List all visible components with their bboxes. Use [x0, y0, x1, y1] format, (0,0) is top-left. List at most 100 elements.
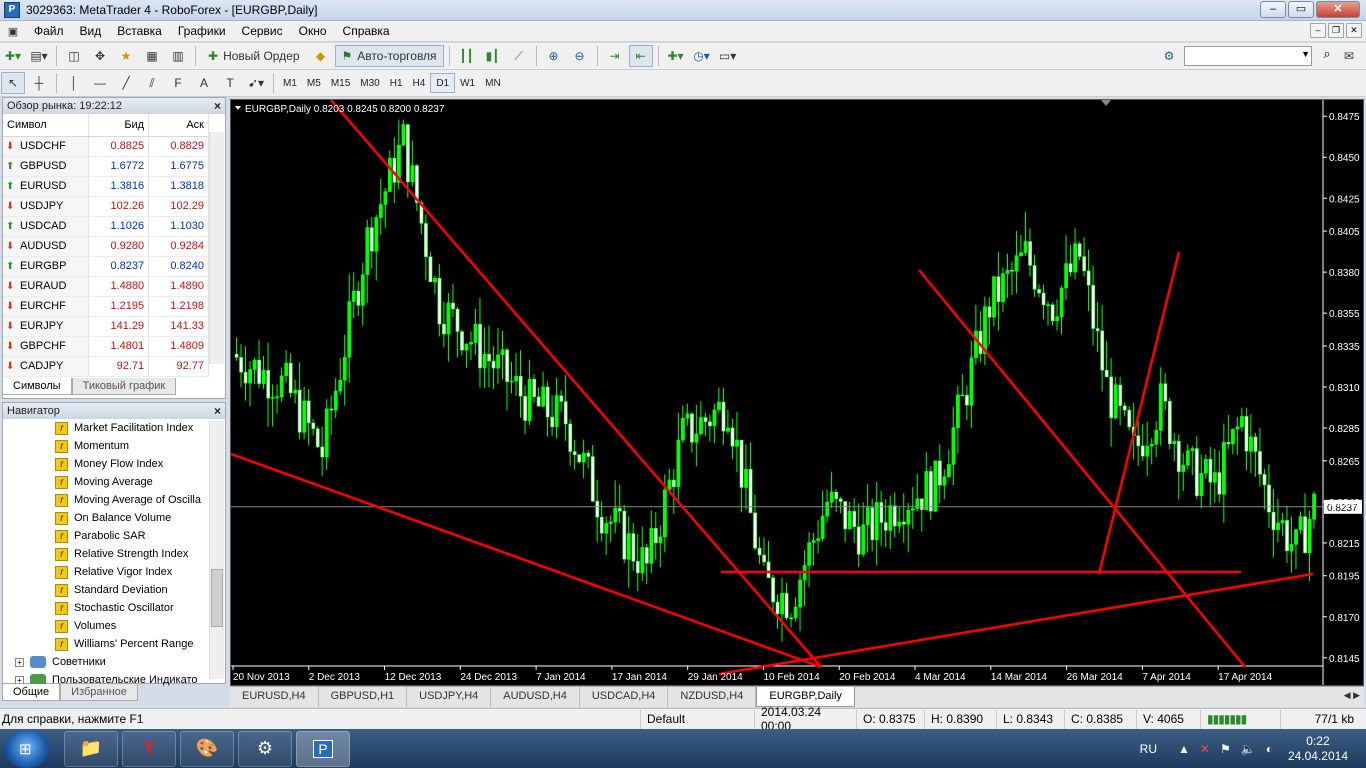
start-button[interactable]: ⊞: [4, 729, 50, 768]
tab-favorites[interactable]: Избранное: [60, 684, 138, 701]
table-row[interactable]: ⬇ EURJPY 141.29 141.33: [3, 316, 209, 337]
symbol-cell[interactable]: ⬇ GBPCHF: [3, 336, 90, 357]
col-symbol[interactable]: Символ: [3, 114, 90, 137]
new-chart-icon[interactable]: ✚▾: [1, 45, 25, 67]
horizontal-line-icon[interactable]: —: [88, 72, 112, 94]
table-row[interactable]: ⬇ GBPCHF 1.4801 1.4809: [3, 336, 209, 357]
symbol-cell[interactable]: ⬇ USDCHF: [3, 136, 90, 157]
table-row[interactable]: ⬆ GBPUSD 1.6772 1.6775: [3, 156, 209, 177]
chart-tab[interactable]: EURGBP,Daily: [756, 687, 855, 707]
text-icon[interactable]: A: [192, 72, 216, 94]
chart-tab[interactable]: NZDUSD,H4: [668, 687, 757, 707]
line-chart-icon[interactable]: ⟋: [507, 45, 531, 67]
close-button[interactable]: ✕: [1316, 1, 1360, 18]
maximize-button[interactable]: ▭: [1288, 1, 1314, 18]
timeframe-m5[interactable]: M5: [302, 73, 326, 93]
zoom-out-icon[interactable]: ⊖: [568, 45, 592, 67]
autotrading-button[interactable]: ⚑ Авто-торговля: [334, 45, 444, 67]
templates-icon[interactable]: ▭▾: [716, 45, 740, 67]
search-icon[interactable]: ⌕: [1316, 46, 1338, 66]
mdi-restore-button[interactable]: ❐: [1328, 23, 1344, 38]
navigator-folder-item[interactable]: + Советники: [3, 653, 225, 671]
chart-shift-icon[interactable]: ⇤: [628, 45, 653, 67]
symbol-cell[interactable]: ⬇ AUDUSD: [3, 236, 90, 257]
mdi-close-button[interactable]: ✕: [1346, 23, 1362, 38]
minimize-button[interactable]: –: [1260, 1, 1286, 18]
zoom-in-icon[interactable]: ⊕: [542, 45, 566, 67]
table-row[interactable]: ⬇ USDCHF 0.8825 0.8829: [3, 136, 209, 157]
navigator-indicator-item[interactable]: f Relative Strength Index: [3, 545, 225, 563]
navigator-indicator-item[interactable]: f Relative Vigor Index: [3, 563, 225, 581]
search-input[interactable]: [1184, 46, 1312, 66]
trendline[interactable]: [231, 452, 822, 669]
chart-canvas[interactable]: 0.82370.84750.84500.84250.84050.83800.83…: [231, 100, 1363, 685]
language-indicator[interactable]: RU: [1140, 742, 1157, 756]
metaeditor-icon[interactable]: ◆: [309, 45, 333, 67]
periods-icon[interactable]: ◷▾: [690, 45, 714, 67]
auto-scroll-icon[interactable]: ⇥: [603, 45, 627, 67]
steam-icon[interactable]: ⚙: [238, 730, 292, 767]
table-row[interactable]: ⬇ EURAUD 1.4880 1.4890: [3, 276, 209, 297]
profiles-icon[interactable]: ▤▾: [27, 45, 51, 67]
data-window-icon[interactable]: ✥: [88, 45, 112, 67]
tab-common[interactable]: Общие: [2, 684, 61, 701]
timeframe-m1[interactable]: M1: [278, 73, 302, 93]
col-bid[interactable]: Бид: [88, 114, 150, 137]
price-chart[interactable]: 0.8237 0.8475 0.8450 0.8425 0.8405 0.8380 0.83…: [230, 99, 1364, 686]
navigator-indicator-item[interactable]: f Standard Deviation: [3, 581, 225, 599]
navigator-icon[interactable]: ★: [114, 45, 138, 67]
explorer-icon[interactable]: 📁: [64, 730, 118, 767]
paint-icon[interactable]: 🎨: [180, 730, 234, 767]
yandex-browser-icon[interactable]: Y: [122, 730, 176, 767]
vertical-line-icon[interactable]: │: [62, 72, 86, 94]
indicators-icon[interactable]: ✚▾: [664, 45, 688, 67]
market-watch-close-icon[interactable]: ×: [214, 98, 221, 114]
metatrader-taskbar-icon[interactable]: P: [296, 730, 350, 767]
navigator-close-icon[interactable]: ×: [214, 403, 221, 419]
channel-icon[interactable]: ⫽: [140, 72, 164, 94]
navigator-scrollbar[interactable]: [209, 421, 224, 679]
timeframe-m30[interactable]: M30: [355, 73, 384, 93]
tab-tick-chart[interactable]: Тиковый график: [71, 378, 177, 395]
table-row[interactable]: ⬆ EURGBP 0.8237 0.8240: [3, 256, 209, 277]
tab-scroll-arrows-icon[interactable]: ◀ ▶: [1340, 687, 1364, 707]
arrows-icon[interactable]: ➹▾: [244, 72, 268, 94]
tray-expand-icon[interactable]: ▲: [1178, 742, 1190, 756]
menu-tools[interactable]: Сервис: [234, 24, 291, 38]
chart-tab[interactable]: AUDUSD,H4: [491, 687, 580, 707]
navigator-indicator-item[interactable]: f Market Facilitation Index: [3, 419, 225, 437]
table-row[interactable]: ⬆ EURUSD 1.3816 1.3818: [3, 176, 209, 197]
fibonacci-icon[interactable]: F: [166, 72, 190, 94]
chart-tab[interactable]: USDJPY,H4: [407, 687, 492, 707]
chart-shift-marker-icon[interactable]: [1101, 100, 1111, 106]
table-row[interactable]: ⬆ USDCAD 1.1026 1.1030: [3, 216, 209, 237]
navigator-scroll-thumb[interactable]: [211, 569, 223, 627]
expand-plus-icon[interactable]: +: [15, 657, 24, 667]
trendline[interactable]: [330, 100, 822, 668]
timeframe-w1[interactable]: W1: [455, 73, 480, 93]
menu-insert[interactable]: Вставка: [109, 24, 170, 38]
timeframe-mn[interactable]: MN: [480, 73, 506, 93]
market-watch-scrollbar[interactable]: [209, 132, 224, 364]
table-row[interactable]: ⬇ CADJPY 92.71 92.77: [3, 356, 209, 377]
network-icon[interactable]: ✕: [1200, 742, 1210, 756]
table-row[interactable]: ⬇ EURCHF 1.2195 1.2198: [3, 296, 209, 317]
menu-file[interactable]: Файл: [26, 24, 72, 38]
settings-gear-icon[interactable]: ⚙: [1157, 45, 1181, 67]
tab-symbols[interactable]: Символы: [2, 378, 72, 395]
chart-tab[interactable]: EURUSD,H4: [230, 687, 319, 707]
navigator-indicator-item[interactable]: f Williams' Percent Range: [3, 635, 225, 653]
symbol-cell[interactable]: ⬇ USDJPY: [3, 196, 90, 217]
tray-app-icon[interactable]: ◐: [1266, 742, 1273, 756]
bar-chart-icon[interactable]: ┃┃: [455, 45, 479, 67]
action-center-icon[interactable]: ⚑: [1220, 742, 1231, 756]
trendline[interactable]: [718, 572, 1314, 676]
navigator-indicator-item[interactable]: f Moving Average of Oscilla: [3, 491, 225, 509]
menu-window[interactable]: Окно: [291, 24, 335, 38]
navigator-indicator-item[interactable]: f Volumes: [3, 617, 225, 635]
menu-charts[interactable]: Графики: [170, 24, 234, 38]
candlestick-icon[interactable]: ▮┃: [481, 45, 505, 67]
symbol-cell[interactable]: ⬇ CADJPY: [3, 356, 90, 377]
symbol-cell[interactable]: ⬇ EURCHF: [3, 296, 90, 317]
status-profile[interactable]: Default: [640, 709, 754, 729]
